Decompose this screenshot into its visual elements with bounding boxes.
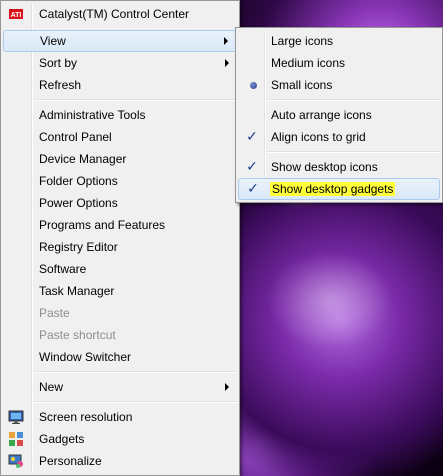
- submenu-item-auto-arrange-icons[interactable]: Auto arrange icons: [238, 104, 440, 126]
- menu-item-paste: Paste: [3, 302, 237, 324]
- menu-item-label: Show desktop gadgets: [270, 182, 396, 196]
- menu-item-registry-editor[interactable]: Registry Editor: [3, 236, 237, 258]
- menu-separator: [266, 151, 440, 153]
- menu-item-label: Small icons: [271, 78, 333, 92]
- svg-text:ATI: ATI: [11, 12, 22, 19]
- menu-item-label: Device Manager: [39, 152, 127, 166]
- menu-item-label: Catalyst(TM) Control Center: [39, 7, 190, 21]
- personalize-icon: [8, 453, 24, 469]
- checkmark-icon: ✓: [246, 129, 258, 145]
- menu-separator: [266, 99, 440, 101]
- submenu-item-small-icons[interactable]: Small icons: [238, 74, 440, 96]
- menu-item-label: Power Options: [39, 196, 118, 210]
- menu-item-power-options[interactable]: Power Options: [3, 192, 237, 214]
- submenu-item-show-desktop-gadgets[interactable]: ✓ Show desktop gadgets: [238, 178, 440, 200]
- menu-item-label: Sort by: [39, 56, 78, 70]
- menu-item-label: Medium icons: [271, 56, 346, 70]
- menu-item-folder-options[interactable]: Folder Options: [3, 170, 237, 192]
- menu-item-label: Refresh: [39, 78, 82, 92]
- menu-item-screen-resolution[interactable]: Screen resolution: [3, 406, 237, 428]
- menu-item-label: Personalize: [39, 454, 102, 468]
- menu-item-label: Align icons to grid: [271, 130, 366, 144]
- menu-item-device-manager[interactable]: Device Manager: [3, 148, 237, 170]
- menu-item-label: New: [39, 380, 64, 394]
- menu-item-label: Screen resolution: [39, 410, 133, 424]
- menu-item-new[interactable]: New: [3, 376, 237, 398]
- menu-item-label: Registry Editor: [39, 240, 118, 254]
- menu-item-label: Task Manager: [39, 284, 115, 298]
- submenu-arrow-icon: [225, 383, 229, 391]
- menu-item-label: Control Panel: [39, 130, 112, 144]
- menu-item-sort-by[interactable]: Sort by: [3, 52, 237, 74]
- menu-item-software[interactable]: Software: [3, 258, 237, 280]
- desktop-context-menu: ATI Catalyst(TM) Control Center View Sor…: [0, 0, 240, 476]
- menu-item-label: Software: [39, 262, 87, 276]
- menu-item-label: Paste shortcut: [39, 328, 116, 342]
- monitor-icon: [8, 409, 24, 425]
- view-submenu: Large icons Medium icons Small icons Aut…: [235, 27, 443, 203]
- menu-item-gadgets[interactable]: Gadgets: [3, 428, 237, 450]
- menu-item-label: Folder Options: [39, 174, 118, 188]
- submenu-item-medium-icons[interactable]: Medium icons: [238, 52, 440, 74]
- menu-item-personalize[interactable]: Personalize: [3, 450, 237, 472]
- menu-item-label: Window Switcher: [39, 350, 132, 364]
- menu-item-paste-shortcut: Paste shortcut: [3, 324, 237, 346]
- menu-item-label: View: [40, 34, 66, 48]
- menu-item-catalyst-control-center[interactable]: ATI Catalyst(TM) Control Center: [3, 3, 237, 25]
- menu-item-label: Programs and Features: [39, 218, 166, 232]
- gadgets-icon: [8, 431, 24, 447]
- menu-separator: [34, 371, 237, 373]
- menu-item-label: Administrative Tools: [39, 108, 146, 122]
- checkmark-icon: ✓: [246, 159, 258, 175]
- menu-item-view[interactable]: View: [3, 30, 237, 52]
- radio-selected-icon: [250, 82, 257, 89]
- menu-item-label: Auto arrange icons: [271, 108, 372, 122]
- submenu-arrow-icon: [225, 59, 229, 67]
- menu-item-task-manager[interactable]: Task Manager: [3, 280, 237, 302]
- menu-item-programs-and-features[interactable]: Programs and Features: [3, 214, 237, 236]
- submenu-item-large-icons[interactable]: Large icons: [238, 30, 440, 52]
- checkmark-icon: ✓: [247, 181, 259, 197]
- menu-item-label: Show desktop icons: [271, 160, 378, 174]
- menu-item-label: Large icons: [271, 34, 334, 48]
- menu-separator: [34, 401, 237, 403]
- submenu-arrow-icon: [224, 37, 228, 45]
- menu-item-label: Gadgets: [39, 432, 85, 446]
- menu-item-administrative-tools[interactable]: Administrative Tools: [3, 104, 237, 126]
- ati-icon: ATI: [8, 6, 24, 22]
- menu-item-refresh[interactable]: Refresh: [3, 74, 237, 96]
- menu-separator: [34, 99, 237, 101]
- menu-item-window-switcher[interactable]: Window Switcher: [3, 346, 237, 368]
- menu-item-label: Paste: [39, 306, 70, 320]
- menu-item-control-panel[interactable]: Control Panel: [3, 126, 237, 148]
- submenu-item-show-desktop-icons[interactable]: ✓ Show desktop icons: [238, 156, 440, 178]
- submenu-item-align-icons-to-grid[interactable]: ✓ Align icons to grid: [238, 126, 440, 148]
